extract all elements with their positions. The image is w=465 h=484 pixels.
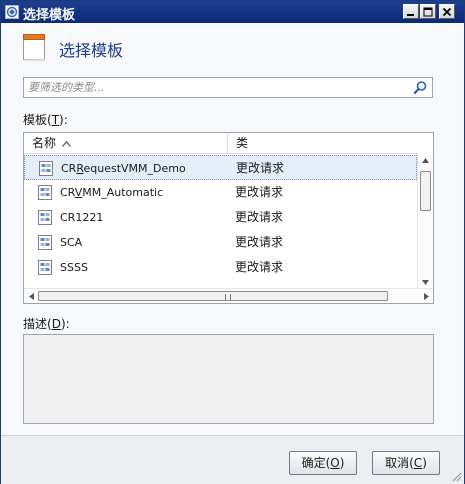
- row-name: SSSS: [60, 261, 88, 274]
- vertical-scrollbar[interactable]: [417, 153, 433, 289]
- description-label-key: D: [51, 317, 61, 331]
- app-icon: [5, 5, 19, 19]
- horizontal-scroll-thumb[interactable]: [38, 291, 388, 301]
- description-box: [23, 334, 434, 424]
- maximize-button[interactable]: [420, 4, 436, 19]
- cancel-label-suffix: ): [422, 456, 427, 470]
- horizontal-scrollbar[interactable]: [24, 288, 433, 303]
- minimize-button[interactable]: [403, 4, 419, 19]
- template-file-icon: [39, 161, 53, 176]
- arrow-left-icon: [28, 292, 34, 300]
- template-file-icon: [38, 235, 52, 250]
- table-row[interactable]: SCA 更改请求: [24, 230, 417, 255]
- templates-label-prefix: 模板(: [23, 113, 52, 127]
- arrow-right-icon: [423, 292, 429, 300]
- search-input[interactable]: [24, 78, 408, 97]
- row-name: CR1221: [60, 211, 104, 224]
- select-template-dialog: 选择模板 选择模板 模板(T): 名称 类: [0, 0, 465, 484]
- scroll-left-button[interactable]: [24, 289, 38, 303]
- table-row[interactable]: CRVMM_Automatic 更改请求: [24, 180, 417, 205]
- row-type: 更改请求: [235, 210, 284, 224]
- row-name-part: equestVMM_Demo: [83, 162, 186, 175]
- row-type: 更改请求: [236, 161, 285, 175]
- window-title: 选择模板: [23, 8, 76, 23]
- row-name: SCA: [60, 236, 83, 249]
- column-header-name[interactable]: 名称: [24, 133, 228, 153]
- maximize-icon: [423, 7, 433, 16]
- template-icon: [23, 34, 45, 61]
- list-header: 名称 类: [24, 133, 433, 154]
- dialog-footer: 确定(O) 取消(C): [1, 435, 464, 484]
- arrow-up-icon: [422, 157, 429, 163]
- close-icon: [442, 7, 452, 16]
- dialog-content: 选择模板 模板(T): 名称 类 CRRequestVMM_Demo 更改请求 …: [1, 23, 464, 435]
- search-icon[interactable]: [413, 80, 428, 95]
- ok-button[interactable]: 确定(O): [289, 451, 357, 475]
- cancel-button[interactable]: 取消(C): [372, 451, 440, 475]
- resize-grip-icon[interactable]: [451, 471, 462, 482]
- templates-label: 模板(T):: [23, 111, 68, 128]
- scroll-right-button[interactable]: [419, 289, 433, 303]
- row-name-part: MM_Automatic: [82, 186, 164, 199]
- ok-label-prefix: 确定(: [301, 456, 331, 470]
- cancel-label-prefix: 取消(: [385, 456, 414, 470]
- table-row[interactable]: CRRequestVMM_Demo 更改请求: [24, 155, 417, 180]
- template-file-icon: [38, 210, 52, 225]
- cancel-label-key: C: [413, 456, 423, 470]
- row-name-part: CR: [60, 186, 75, 199]
- templates-label-key: T: [51, 113, 60, 127]
- description-label-prefix: 描述(: [23, 317, 52, 331]
- description-label: 描述(D):: [23, 315, 70, 332]
- template-file-icon: [38, 185, 52, 200]
- vertical-scroll-thumb[interactable]: [420, 171, 431, 211]
- ok-label-suffix: ): [339, 456, 345, 470]
- templates-label-suffix: ):: [59, 113, 68, 127]
- minimize-icon: [407, 13, 414, 16]
- description-label-suffix: ):: [60, 317, 70, 331]
- sort-ascending-icon: [62, 140, 71, 147]
- ok-label-key: O: [330, 456, 340, 470]
- scroll-grip-icon: [225, 294, 231, 300]
- scroll-down-button[interactable]: [418, 275, 433, 289]
- template-file-icon: [38, 260, 52, 275]
- column-header-type[interactable]: 类: [228, 133, 418, 153]
- search-box[interactable]: [23, 77, 433, 98]
- row-name-part: CR: [61, 162, 77, 175]
- table-row[interactable]: CR1221 更改请求: [24, 205, 417, 230]
- arrow-down-icon: [422, 279, 429, 285]
- column-type-label: 类: [236, 136, 249, 150]
- row-type: 更改请求: [235, 260, 284, 274]
- row-type: 更改请求: [235, 235, 284, 249]
- row-type: 更改请求: [235, 185, 284, 199]
- title-bar[interactable]: 选择模板: [1, 1, 464, 23]
- column-name-label: 名称: [32, 136, 57, 150]
- close-button[interactable]: [439, 4, 455, 19]
- row-name: CRVMM_Automatic: [60, 180, 163, 205]
- scroll-up-button[interactable]: [418, 153, 433, 167]
- page-title: 选择模板: [59, 41, 124, 60]
- templates-list[interactable]: 名称 类 CRRequestVMM_Demo 更改请求 CRVMM_Automa…: [23, 132, 434, 304]
- table-row[interactable]: SSSS 更改请求: [24, 255, 417, 280]
- row-name: CRRequestVMM_Demo: [61, 156, 186, 181]
